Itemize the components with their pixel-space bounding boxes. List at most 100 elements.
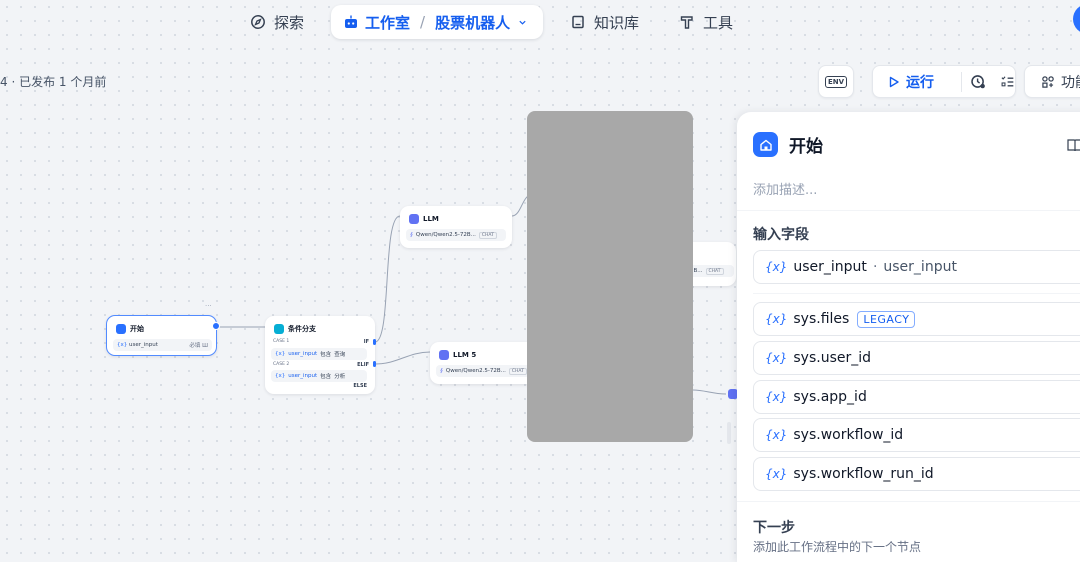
- edge-llm-out: [511, 195, 529, 217]
- fields-divider: [753, 293, 1080, 294]
- input-fields-label: 输入字段: [753, 227, 809, 243]
- node-more-icon[interactable]: ···: [205, 302, 212, 310]
- env-button[interactable]: ENV: [818, 65, 854, 98]
- case2-label: CASE 2: [273, 362, 290, 367]
- case1-label: CASE 1: [273, 339, 290, 344]
- env-icon: ENV: [824, 75, 848, 88]
- variable-icon: {x}: [765, 312, 788, 326]
- description-input[interactable]: 添加描述...: [753, 179, 817, 198]
- field-label: user_input: [883, 259, 957, 275]
- if-node-title: 条件分支: [274, 324, 316, 334]
- if-node[interactable]: 条件分支 CASE 1 IF {x} user_input 包含 查询 CASE…: [265, 316, 376, 394]
- case1-op: 包含: [320, 352, 332, 358]
- redacted-region: [527, 111, 693, 442]
- run-button-label: 运行: [906, 74, 934, 91]
- llm-icon: [409, 214, 419, 224]
- field-user-input[interactable]: {x} user_input · user_input: [753, 250, 1080, 284]
- llm-node-title-text: LLM: [423, 215, 439, 223]
- field-sys-user-id[interactable]: {x} sys.user_id: [753, 341, 1080, 375]
- llm5-node[interactable]: LLM 5 ∮ Qwen/Qwen2.5-72B... CHAT: [430, 342, 542, 384]
- field-name: sys.app_id: [793, 389, 867, 405]
- partial-model-row: 2B... CHAT: [686, 265, 734, 277]
- toolbar-divider: [960, 71, 962, 92]
- chat-badge: CHAT: [705, 267, 724, 275]
- variable-icon: {x}: [275, 373, 286, 379]
- if-label: IF: [363, 339, 369, 345]
- branch-icon: [274, 324, 284, 334]
- case1-condition: {x} user_input 包含 查询: [271, 348, 367, 360]
- llm-node-title: LLM: [409, 214, 439, 224]
- llm5-model-name: Qwen/Qwen2.5-72B...: [445, 368, 506, 374]
- llm-model-row: ∮ Qwen/Qwen2.5-72B... CHAT: [406, 229, 506, 241]
- variable-icon: {x}: [275, 351, 286, 357]
- else-label: ELSE: [353, 383, 367, 389]
- run-button[interactable]: 运行: [873, 72, 955, 92]
- case2-condition: {x} user_input 包含 分析: [271, 370, 367, 382]
- start-node-title: 开始: [116, 324, 144, 334]
- field-sys-workflow-run-id[interactable]: {x} sys.workflow_run_id: [753, 457, 1080, 491]
- case2-row: CASE 2 ELIF: [273, 362, 369, 368]
- checklist-icon[interactable]: [1000, 74, 1015, 90]
- llm-icon: [439, 350, 449, 360]
- if-output-handle[interactable]: [373, 339, 376, 345]
- variable-icon: {x}: [765, 428, 788, 442]
- case1-var: user_input: [288, 351, 318, 357]
- field-name: sys.workflow_run_id: [793, 466, 934, 482]
- panel-divider: [737, 501, 1080, 502]
- avatar[interactable]: [1073, 4, 1080, 34]
- edge-elif-to-llm5: [374, 351, 431, 365]
- chat-badge: CHAT: [478, 231, 497, 239]
- llm-node[interactable]: LLM ∮ Qwen/Qwen2.5-72B... CHAT: [400, 206, 512, 248]
- next-step-description: 添加此工作流程中的下一个节点: [753, 540, 922, 554]
- if-node-title-text: 条件分支: [288, 325, 316, 333]
- field-sys-app-id[interactable]: {x} sys.app_id: [753, 380, 1080, 414]
- case2-op: 包含: [320, 374, 332, 380]
- node-settings-panel: 开始 添加描述... 输入字段 {x} user_input · user_in…: [737, 112, 1080, 562]
- llm-model-name: Qwen/Qwen2.5-72B...: [415, 232, 476, 238]
- elif-label: ELIF: [357, 362, 369, 368]
- field-sys-workflow-id[interactable]: {x} sys.workflow_id: [753, 418, 1080, 452]
- field-separator: ·: [872, 259, 878, 275]
- node-scroll-handle: [727, 422, 731, 444]
- elif-output-handle[interactable]: [373, 361, 376, 367]
- field-sys-files[interactable]: {x} sys.files LEGACY: [753, 302, 1080, 336]
- llm5-node-title: LLM 5: [439, 350, 476, 360]
- history-icon[interactable]: [970, 73, 986, 90]
- case1-val: 查询: [334, 352, 346, 358]
- start-node-var-row: {x} user_input 必填 Ш: [113, 339, 212, 351]
- start-node[interactable]: 开始 {x} user_input 必填 Ш: [106, 315, 220, 356]
- run-toolbar: 运行: [872, 65, 1016, 98]
- field-name: sys.workflow_id: [793, 427, 904, 443]
- variable-icon: {x}: [117, 342, 128, 348]
- variable-icon: {x}: [765, 351, 788, 365]
- case2-val: 分析: [334, 374, 346, 380]
- model-provider-icon: ∮: [410, 232, 413, 238]
- features-label: 功能: [1061, 74, 1080, 91]
- start-node-title-text: 开始: [130, 325, 144, 333]
- field-name: sys.files: [793, 311, 850, 327]
- play-icon: [889, 76, 899, 87]
- home-icon: [116, 324, 126, 334]
- panel-title: 开始: [789, 137, 823, 157]
- home-icon: [753, 132, 778, 157]
- edge-to-partial-node: [692, 389, 727, 395]
- case2-var: user_input: [288, 373, 318, 379]
- field-name: user_input: [793, 259, 867, 275]
- llm5-node-title-text: LLM 5: [453, 351, 477, 359]
- llm5-model-row: ∮ Qwen/Qwen2.5-72B... CHAT: [436, 365, 536, 377]
- variable-icon: {x}: [765, 260, 788, 274]
- edge-if-to-llm: [374, 215, 401, 343]
- required-label: 必填: [189, 343, 201, 349]
- legacy-badge: LEGACY: [857, 310, 916, 328]
- field-name: sys.user_id: [793, 350, 872, 366]
- start-var-name: user_input: [129, 342, 158, 348]
- chat-badge: CHAT: [508, 367, 527, 375]
- case1-row: CASE 1 IF: [273, 339, 369, 345]
- start-node-output-handle[interactable]: [212, 322, 220, 330]
- book-open-icon[interactable]: [1067, 138, 1080, 152]
- next-step-label: 下一步: [753, 520, 795, 536]
- features-button[interactable]: 功能: [1024, 65, 1080, 98]
- variable-icon: {x}: [765, 467, 788, 481]
- model-provider-icon: ∮: [440, 368, 443, 374]
- panel-divider: [737, 210, 1080, 211]
